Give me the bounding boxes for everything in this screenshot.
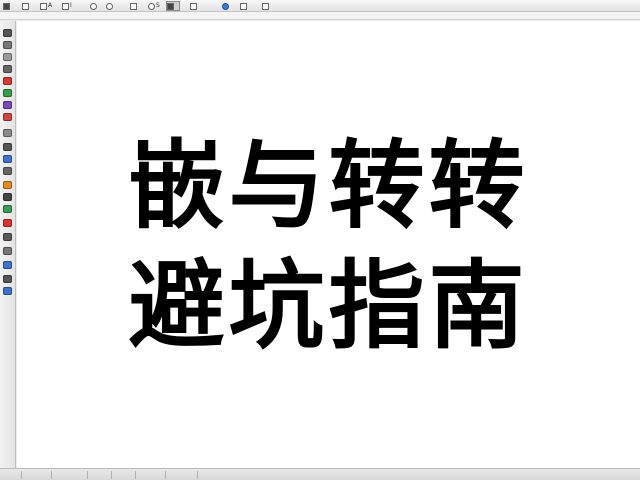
tool-icon[interactable] bbox=[3, 261, 12, 269]
tool-icon[interactable] bbox=[3, 219, 12, 227]
tool-icon[interactable] bbox=[3, 101, 12, 109]
save-icon[interactable] bbox=[22, 1, 34, 11]
image-icon[interactable] bbox=[190, 1, 204, 11]
tool-icon[interactable] bbox=[3, 247, 12, 255]
status-cell bbox=[90, 471, 112, 479]
headline-line-2: 避坑指南 bbox=[128, 250, 529, 362]
ruler-segment bbox=[4, 12, 44, 20]
file-icon[interactable] bbox=[3, 1, 15, 11]
copy-icon[interactable] bbox=[130, 1, 144, 11]
status-cell bbox=[54, 471, 88, 479]
ruler-segment bbox=[120, 12, 160, 20]
main-toolbar: A Ⅰ S bbox=[0, 0, 640, 12]
tool-icon[interactable] bbox=[3, 287, 12, 295]
ruler-segment bbox=[180, 12, 220, 20]
tool-icon[interactable] bbox=[3, 193, 12, 201]
tool-icon[interactable] bbox=[3, 205, 12, 213]
tool-icon[interactable] bbox=[3, 167, 12, 175]
ruler-segment bbox=[60, 12, 100, 20]
undo-icon[interactable] bbox=[90, 1, 102, 11]
tool-icon[interactable] bbox=[3, 275, 12, 283]
tool-icon[interactable] bbox=[3, 113, 12, 121]
tool-icon[interactable] bbox=[262, 1, 274, 11]
left-tool-palette bbox=[0, 21, 16, 468]
tool-icon[interactable] bbox=[3, 143, 12, 151]
tool-icon[interactable] bbox=[3, 29, 12, 37]
print-icon[interactable]: A bbox=[40, 1, 56, 11]
tool-icon[interactable] bbox=[3, 65, 12, 73]
find-icon[interactable]: S bbox=[148, 1, 164, 11]
tool-icon[interactable] bbox=[240, 1, 252, 11]
preview-icon[interactable]: Ⅰ bbox=[62, 1, 78, 11]
tool-icon[interactable] bbox=[3, 155, 12, 163]
document-canvas[interactable]: 嵌与转转 避坑指南 bbox=[17, 21, 640, 468]
status-cell bbox=[2, 471, 22, 479]
status-cell bbox=[138, 471, 166, 479]
tool-icon[interactable] bbox=[3, 77, 12, 85]
status-cell bbox=[168, 471, 198, 479]
select-icon[interactable] bbox=[166, 1, 180, 11]
tool-icon[interactable] bbox=[3, 89, 12, 97]
tool-icon[interactable] bbox=[3, 181, 12, 189]
tool-icon[interactable] bbox=[3, 53, 12, 61]
status-cell bbox=[24, 471, 52, 479]
headline-line-1: 嵌与转转 bbox=[128, 130, 529, 242]
help-icon[interactable] bbox=[222, 1, 234, 11]
tool-icon[interactable] bbox=[3, 233, 12, 241]
status-bar bbox=[0, 468, 640, 480]
tool-icon[interactable] bbox=[3, 41, 12, 49]
status-cell bbox=[114, 471, 136, 479]
tool-icon[interactable] bbox=[3, 129, 12, 137]
ruler-bar bbox=[0, 12, 640, 20]
redo-icon[interactable] bbox=[106, 1, 118, 11]
